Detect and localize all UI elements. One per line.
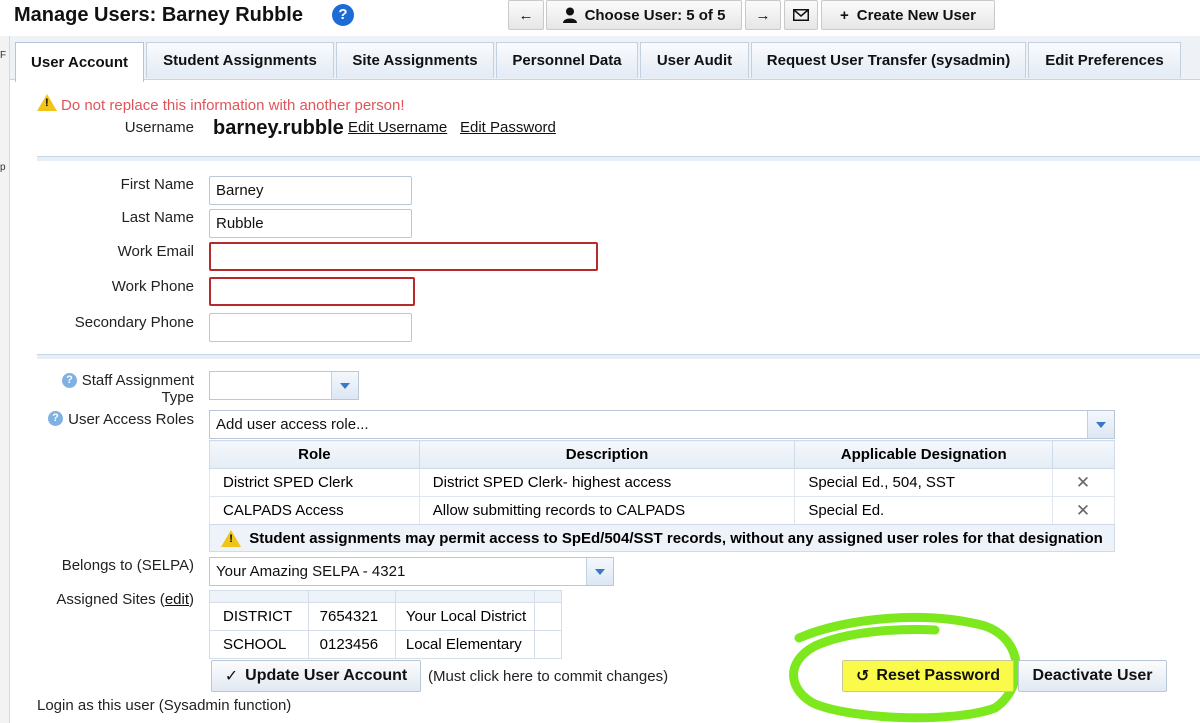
tab-site-assignments[interactable]: Site Assignments — [336, 42, 494, 78]
username-label: Username — [124, 119, 194, 136]
undo-icon: ↺ — [855, 668, 870, 685]
work-email-label: Work Email — [117, 243, 194, 260]
help-icon[interactable]: ? — [332, 4, 354, 26]
tab-student-assignments[interactable]: Student Assignments — [146, 42, 334, 78]
role-cell: District SPED Clerk — [209, 468, 420, 497]
table-row: CALPADS Access Allow submitting records … — [209, 496, 1115, 525]
assigned-sites-label: Assigned Sites (edit) — [56, 591, 194, 608]
tab-personnel-data[interactable]: Personnel Data — [496, 42, 638, 78]
table-row: DISTRICT 7654321 Your Local District — [209, 602, 563, 631]
edit-username-link[interactable]: Edit Username — [348, 119, 447, 136]
strip-char-1: F — [0, 50, 7, 61]
staff-assignment-type-label: Staff Assignment Type — [81, 372, 194, 406]
reset-password-button[interactable]: ↺ Reset Password — [842, 660, 1014, 692]
secondary-phone-label: Secondary Phone — [74, 314, 194, 331]
column-header-designation: Applicable Designation — [794, 440, 1054, 469]
warning-text: Do not replace this information with ano… — [61, 97, 405, 114]
chevron-down-icon — [586, 558, 613, 585]
site-name-cell: Local Elementary — [394, 630, 535, 659]
username-value: barney.rubble — [213, 117, 344, 139]
arrow-right-icon: → — [755, 6, 771, 24]
site-code-cell: 0123456 — [307, 630, 396, 659]
user-roles-table: Role Description Applicable Designation … — [209, 440, 1115, 525]
tab-edit-preferences[interactable]: Edit Preferences — [1028, 42, 1181, 78]
work-phone-label: Work Phone — [111, 278, 194, 295]
column-header-role: Role — [209, 440, 420, 469]
designation-cell: Special Ed., 504, SST — [794, 468, 1054, 497]
section-divider-2 — [37, 354, 1200, 359]
staff-assignment-type-select[interactable] — [209, 371, 359, 400]
first-name-input[interactable] — [209, 176, 412, 205]
create-new-user-label: Create New User — [856, 6, 976, 24]
roles-note-text: Student assignments may permit access to… — [249, 529, 1103, 547]
reset-password-label: Reset Password — [876, 667, 1000, 684]
add-user-access-role-select[interactable]: Add user access role... — [209, 410, 1115, 439]
section-divider — [37, 156, 1200, 161]
table-row: District SPED Clerk District SPED Clerk-… — [209, 468, 1115, 497]
designation-cell: Special Ed. — [794, 496, 1054, 525]
remove-role-icon[interactable]: ✕ — [1052, 468, 1115, 497]
strip-char-2: p — [0, 162, 6, 173]
last-name-label: Last Name — [121, 209, 194, 226]
warning-icon: ! — [221, 529, 242, 547]
description-cell: District SPED Clerk- highest access — [418, 468, 796, 497]
update-user-account-button[interactable]: ✓ Update User Account — [211, 660, 421, 692]
edit-password-link[interactable]: Edit Password — [460, 119, 556, 136]
create-new-user-button[interactable]: + Create New User — [821, 0, 995, 30]
deactivate-user-button[interactable]: Deactivate User — [1018, 660, 1167, 692]
first-name-label: First Name — [120, 176, 194, 193]
role-cell: CALPADS Access — [209, 496, 420, 525]
tab-request-user-transfer[interactable]: Request User Transfer (sysadmin) — [751, 42, 1026, 78]
update-note: (Must click here to commit changes) — [428, 668, 669, 685]
tab-user-audit[interactable]: User Audit — [640, 42, 749, 78]
site-name-cell: Your Local District — [394, 602, 535, 631]
assigned-sites-table: DISTRICT 7654321 Your Local District SCH… — [209, 590, 563, 659]
column-header-description: Description — [418, 440, 796, 469]
edit-sites-link[interactable]: edit — [165, 591, 189, 608]
remove-role-icon[interactable]: ✕ — [1052, 496, 1115, 525]
plus-icon: + — [840, 6, 849, 24]
chevron-down-icon — [1087, 411, 1114, 438]
column-header-remove — [1052, 440, 1115, 469]
site-type-cell: SCHOOL — [209, 630, 309, 659]
work-email-input[interactable] — [209, 242, 598, 271]
site-code-cell: 7654321 — [307, 602, 396, 631]
arrow-left-icon: ← — [518, 6, 534, 24]
choose-user-label: Choose User: 5 of 5 — [584, 6, 726, 24]
previous-user-button[interactable]: ← — [508, 0, 544, 30]
tab-user-account[interactable]: User Account — [15, 42, 144, 82]
work-phone-input[interactable] — [209, 277, 415, 306]
secondary-phone-input[interactable] — [209, 313, 412, 342]
email-user-button[interactable] — [784, 0, 818, 30]
envelope-icon — [793, 9, 809, 21]
left-window-strip: F p — [0, 36, 10, 723]
selpa-label: Belongs to (SELPA) — [61, 557, 194, 574]
table-row: SCHOOL 0123456 Local Elementary — [209, 630, 563, 659]
site-type-cell: DISTRICT — [209, 602, 309, 631]
choose-user-button[interactable]: Choose User: 5 of 5 — [546, 0, 742, 30]
user-icon — [562, 7, 577, 23]
page-title: Manage Users: Barney Rubble — [14, 4, 303, 26]
next-user-button[interactable]: → — [745, 0, 781, 30]
checkmark-icon: ✓ — [224, 668, 239, 685]
login-as-user-link[interactable]: Login as this user (Sysadmin function) — [37, 697, 291, 714]
selpa-select[interactable]: Your Amazing SELPA - 4321 — [209, 557, 614, 586]
description-cell: Allow submitting records to CALPADS — [418, 496, 796, 525]
last-name-input[interactable] — [209, 209, 412, 238]
roles-note: ! Student assignments may permit access … — [209, 524, 1115, 552]
warning-icon: ! — [37, 94, 57, 115]
user-access-roles-label: User Access Roles — [68, 411, 194, 428]
chevron-down-icon — [331, 372, 358, 399]
update-user-account-label: Update User Account — [245, 667, 408, 684]
